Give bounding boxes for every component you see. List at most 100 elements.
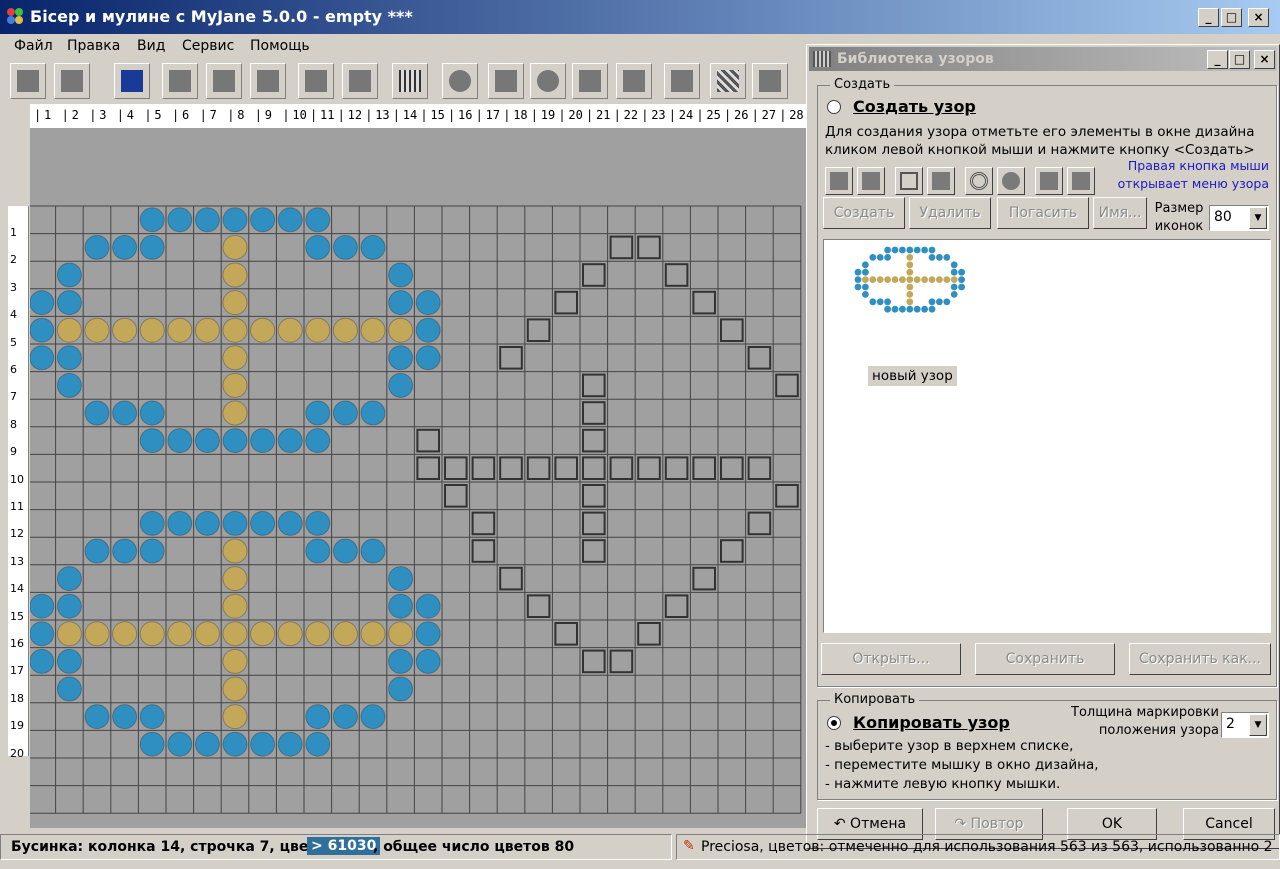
- blue-bead: [305, 510, 331, 536]
- copy-tool-button[interactable]: [206, 63, 242, 99]
- rename-button[interactable]: Имя...: [1093, 197, 1147, 229]
- blue-bead: [84, 400, 110, 426]
- blue-bead: [56, 372, 82, 398]
- paste-tool-button[interactable]: [250, 63, 286, 99]
- bead-grid[interactable]: [30, 128, 806, 828]
- blue-bead: [305, 207, 331, 233]
- copy-marker: [664, 594, 689, 618]
- style-square-outline-button[interactable]: [895, 167, 923, 195]
- ruler-col-15: 15: [430, 108, 445, 122]
- copy-marker: [609, 456, 634, 480]
- thumb-bead: [936, 276, 943, 283]
- chevron-down-icon[interactable]: ▼: [1249, 714, 1267, 736]
- pattern-list[interactable]: новый узор: [823, 239, 1271, 633]
- redo-label: Повтор: [970, 816, 1024, 832]
- thumb-bead: [943, 254, 951, 261]
- maximize-button[interactable]: □: [1221, 8, 1242, 27]
- ruler-col-28: 28: [789, 108, 804, 122]
- blue-bead: [305, 731, 331, 757]
- minimize-button[interactable]: _: [1198, 8, 1219, 27]
- library-close-button[interactable]: ×: [1254, 50, 1275, 69]
- style-square-dark2-button[interactable]: [857, 167, 885, 195]
- app-icon[interactable]: [6, 7, 24, 25]
- save-pattern-button[interactable]: Сохранить: [975, 643, 1115, 675]
- menu-help[interactable]: Помощь: [250, 38, 310, 54]
- open-button[interactable]: Открыть...: [821, 643, 961, 675]
- pattern-tool-button[interactable]: [710, 63, 746, 99]
- save-tool-button[interactable]: [114, 63, 150, 99]
- delete-button[interactable]: Удалить: [909, 197, 991, 229]
- pattern-caption[interactable]: новый узор: [868, 366, 957, 386]
- menu-file[interactable]: Файл: [14, 38, 53, 54]
- ruler-col-14: 14: [402, 108, 418, 122]
- copy-marker: [444, 456, 468, 480]
- style-dark-b-button[interactable]: [1067, 167, 1095, 195]
- fill-tool-button[interactable]: [664, 63, 700, 99]
- library-minimize-button[interactable]: _: [1207, 50, 1228, 69]
- blue-bead: [222, 731, 248, 757]
- library-maximize-button[interactable]: □: [1229, 50, 1250, 69]
- undo-tool-button[interactable]: [298, 63, 334, 99]
- thumb-bead: [862, 268, 869, 276]
- menu-view[interactable]: Вид: [137, 38, 165, 54]
- thumb-bead: [913, 276, 921, 283]
- icon-size-select[interactable]: 80 ▼: [1209, 205, 1269, 231]
- create-pattern-radio[interactable]: [827, 100, 841, 114]
- ruler-tick: |: [144, 108, 152, 122]
- copy-marker: [747, 456, 772, 480]
- ruler-row-16: 16: [10, 637, 24, 650]
- create-button[interactable]: Создать: [823, 197, 905, 229]
- ruler-col-20: 20: [568, 108, 583, 122]
- style-circle-outline-button[interactable]: [965, 167, 993, 195]
- title-bar: Бісер и мулине с MyJane 5.0.0 - empty **…: [0, 0, 1280, 34]
- design-canvas[interactable]: [30, 128, 806, 828]
- style-square-fill-button[interactable]: [927, 167, 955, 195]
- layers-tool-button[interactable]: [616, 63, 652, 99]
- close-button[interactable]: ×: [1248, 8, 1269, 27]
- ruler-tick: |: [227, 108, 235, 122]
- create-pattern-label[interactable]: Создать узор: [853, 97, 976, 116]
- figure-tool-button[interactable]: [488, 63, 524, 99]
- cut-tool-button[interactable]: [162, 63, 198, 99]
- copy-pattern-label[interactable]: Копировать узор: [853, 713, 1010, 732]
- blue-bead: [277, 428, 303, 454]
- chevron-down-icon[interactable]: ▼: [1249, 207, 1267, 229]
- thumb-bead: [928, 246, 936, 254]
- bead-tool-button[interactable]: [442, 63, 478, 99]
- style-square-dark-button[interactable]: [825, 167, 853, 195]
- speech-tool-button[interactable]: [530, 63, 566, 99]
- marking-thickness-select[interactable]: 2 ▼: [1221, 712, 1269, 738]
- gold-bead: [388, 621, 414, 647]
- undo-icon: [305, 70, 327, 92]
- thumb-bead: [906, 291, 914, 298]
- fill-icon: [671, 70, 693, 92]
- thumb-bead: [936, 254, 943, 261]
- copy-marker: [637, 235, 661, 260]
- style-dark-a-button[interactable]: [1035, 167, 1063, 195]
- pattern-thumbnail[interactable]: [852, 244, 972, 320]
- ruler-tick: |: [751, 108, 759, 122]
- copy-pattern-radio[interactable]: [827, 716, 841, 730]
- blue-bead: [56, 262, 82, 288]
- frame-tool-button[interactable]: [752, 63, 788, 99]
- select-tool-button[interactable]: [10, 63, 46, 99]
- style-circle-fill-button[interactable]: [997, 167, 1025, 195]
- redo-tool-button[interactable]: [342, 63, 378, 99]
- copy-marker: [609, 235, 634, 260]
- hide-button[interactable]: Погасить: [997, 197, 1089, 229]
- thumb-bead: [958, 276, 965, 283]
- menu-service[interactable]: Сервис: [182, 38, 234, 54]
- pattern-icon: [717, 70, 739, 92]
- effect-tool-button[interactable]: [572, 63, 608, 99]
- blue-bead: [388, 648, 414, 674]
- icon-size-label-1: Размер: [1154, 201, 1204, 216]
- menu-edit[interactable]: Правка: [67, 38, 120, 54]
- status-bar: Бусинка: колонка 14, строчка 7, цвет > 6…: [0, 834, 1280, 860]
- grid-tool-button[interactable]: [392, 63, 428, 99]
- blue-bead: [139, 207, 165, 233]
- save-as-button[interactable]: Сохранить как...: [1129, 643, 1271, 675]
- open-tool-button[interactable]: [54, 63, 90, 99]
- blue-bead: [56, 290, 82, 316]
- copy-step-2: - переместите мышку в окно дизайна,: [825, 757, 1099, 773]
- undo-icon: ↶: [833, 816, 846, 832]
